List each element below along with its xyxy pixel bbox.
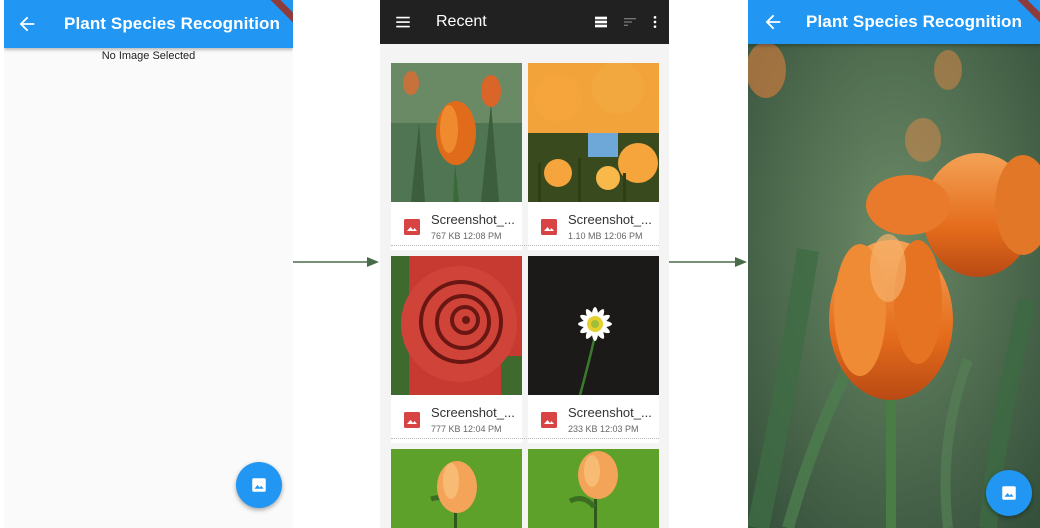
debug-banner (267, 0, 293, 26)
image-file-icon (541, 219, 557, 235)
file-name: Screenshot_... (431, 212, 515, 227)
back-arrow-icon[interactable] (762, 11, 784, 33)
file-picker-screen: Recent Screenshot_... 767 KB 12:08 PM Sc… (380, 0, 669, 528)
picker-title: Recent (436, 13, 487, 30)
file-info: 233 KB 12:03 PM (568, 424, 639, 434)
app-screen-selected: Plant Species Recognition (748, 0, 1040, 528)
flow-arrow-2 (669, 257, 747, 267)
file-name: Screenshot_... (431, 405, 515, 420)
app-title: Plant Species Recognition (64, 14, 280, 33)
image-file-icon (541, 412, 557, 428)
app-bar: Plant Species Recognition (748, 0, 1040, 44)
image-icon (252, 478, 266, 492)
file-name: Screenshot_... (568, 212, 652, 227)
menu-icon[interactable] (394, 13, 412, 31)
app-bar: Plant Species Recognition (4, 0, 293, 48)
file-info: 1.10 MB 12:06 PM (568, 231, 643, 241)
file-thumbnail (528, 63, 659, 202)
row-divider (391, 245, 659, 248)
flow-arrow-1 (293, 257, 379, 267)
pick-image-button[interactable] (986, 470, 1032, 516)
file-info: 777 KB 12:04 PM (431, 424, 502, 434)
selected-image (748, 0, 1040, 528)
app-screen-empty: Plant Species Recognition No Image Selec… (4, 0, 293, 528)
image-file-icon (404, 219, 420, 235)
file-thumbnail (528, 449, 659, 528)
picker-toolbar: Recent (380, 0, 669, 44)
file-thumbnail (528, 256, 659, 395)
image-icon (1002, 486, 1016, 500)
file-tile[interactable]: Screenshot_... 233 KB 12:03 PM (528, 256, 659, 443)
file-tile[interactable]: Screenshot_... 767 KB 12:08 PM (391, 63, 522, 250)
file-thumbnail (391, 449, 522, 528)
file-thumbnail (391, 256, 522, 395)
pick-image-button[interactable] (236, 462, 282, 508)
file-tile[interactable]: Screenshot_... 777 KB 12:04 PM (391, 256, 522, 443)
more-vert-icon[interactable] (651, 14, 659, 30)
sort-icon[interactable] (621, 14, 639, 30)
list-view-icon[interactable] (593, 14, 609, 30)
back-arrow-icon[interactable] (16, 13, 38, 35)
debug-banner (1014, 0, 1040, 26)
file-tile[interactable] (528, 449, 659, 528)
file-thumbnail (391, 63, 522, 202)
image-file-icon (404, 412, 420, 428)
app-title: Plant Species Recognition (806, 12, 1022, 31)
file-name: Screenshot_... (568, 405, 652, 420)
file-tile[interactable]: Screenshot_... 1.10 MB 12:06 PM (528, 63, 659, 250)
row-divider (391, 438, 659, 441)
file-tile[interactable] (391, 449, 522, 528)
file-info: 767 KB 12:08 PM (431, 231, 502, 241)
no-image-text: No Image Selected (101, 50, 196, 62)
